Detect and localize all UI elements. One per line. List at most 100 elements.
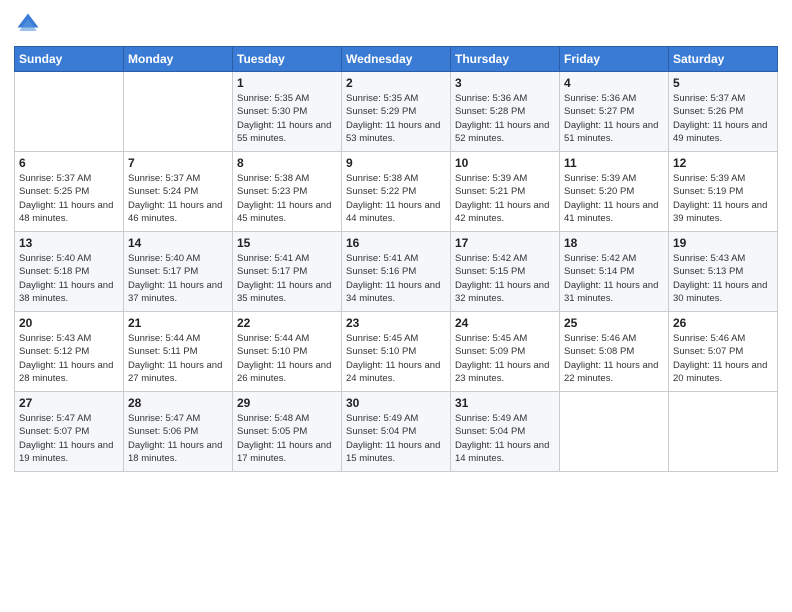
day-info: Sunrise: 5:46 AM Sunset: 5:08 PM Dayligh…: [564, 332, 664, 385]
day-cell: 30Sunrise: 5:49 AM Sunset: 5:04 PM Dayli…: [342, 392, 451, 472]
day-number: 22: [237, 316, 337, 330]
day-number: 25: [564, 316, 664, 330]
day-number: 9: [346, 156, 446, 170]
day-number: 15: [237, 236, 337, 250]
day-cell: 25 Sunrise: 5:46 AM Sunset: 5:08 PM Dayli…: [560, 312, 669, 392]
header-row: SundayMondayTuesdayWednesdayThursdayFrid…: [15, 47, 778, 72]
day-info: Sunrise: 5:38 AM Sunset: 5:23 PM Dayligh…: [237, 172, 337, 225]
day-info: Sunrise: 5:39 AM Sunset: 5:20 PM Dayligh…: [564, 172, 664, 225]
day-cell: 3 Sunrise: 5:36 AM Sunset: 5:28 PM Daylig…: [451, 72, 560, 152]
logo: [14, 10, 46, 38]
day-info: Sunrise: 5:45 AM Sunset: 5:10 PM Dayligh…: [346, 332, 446, 385]
day-number: 26: [673, 316, 773, 330]
day-cell: [15, 72, 124, 152]
day-number: 24: [455, 316, 555, 330]
day-info: Sunrise: 5:35 AM Sunset: 5:30 PM Dayligh…: [237, 92, 337, 145]
header: [14, 10, 778, 38]
week-row-4: 27 Sunrise: 5:47 AM Sunset: 5:07 PM Dayli…: [15, 392, 778, 472]
day-number: 11: [564, 156, 664, 170]
day-number: 4: [564, 76, 664, 90]
day-number: 13: [19, 236, 119, 250]
day-info: Sunrise: 5:47 AM Sunset: 5:06 PM Dayligh…: [128, 412, 228, 465]
day-number: 8: [237, 156, 337, 170]
col-header-thursday: Thursday: [451, 47, 560, 72]
day-info: Sunrise: 5:45 AM Sunset: 5:09 PM Dayligh…: [455, 332, 555, 385]
day-info: Sunrise: 5:47 AM Sunset: 5:07 PM Dayligh…: [19, 412, 119, 465]
day-info: Sunrise: 5:49 AM Sunset: 5:04 PM Dayligh…: [346, 412, 446, 465]
day-cell: 16Sunrise: 5:41 AM Sunset: 5:16 PM Dayli…: [342, 232, 451, 312]
day-number: 3: [455, 76, 555, 90]
day-info: Sunrise: 5:43 AM Sunset: 5:13 PM Dayligh…: [673, 252, 773, 305]
day-number: 2: [346, 76, 446, 90]
day-cell: 29 Sunrise: 5:48 AM Sunset: 5:05 PM Dayli…: [233, 392, 342, 472]
day-number: 6: [19, 156, 119, 170]
day-cell: 2 Sunrise: 5:35 AM Sunset: 5:29 PM Daylig…: [342, 72, 451, 152]
day-number: 21: [128, 316, 228, 330]
day-cell: 21 Sunrise: 5:44 AM Sunset: 5:11 PM Dayli…: [124, 312, 233, 392]
day-number: 20: [19, 316, 119, 330]
page: SundayMondayTuesdayWednesdayThursdayFrid…: [0, 0, 792, 612]
day-number: 7: [128, 156, 228, 170]
day-info: Sunrise: 5:36 AM Sunset: 5:27 PM Dayligh…: [564, 92, 664, 145]
day-info: Sunrise: 5:36 AM Sunset: 5:28 PM Dayligh…: [455, 92, 555, 145]
week-row-0: 1 Sunrise: 5:35 AM Sunset: 5:30 PM Daylig…: [15, 72, 778, 152]
col-header-sunday: Sunday: [15, 47, 124, 72]
day-cell: 11 Sunrise: 5:39 AM Sunset: 5:20 PM Dayli…: [560, 152, 669, 232]
day-cell: [669, 392, 778, 472]
day-number: 14: [128, 236, 228, 250]
day-cell: 7Sunrise: 5:37 AM Sunset: 5:24 PM Daylig…: [124, 152, 233, 232]
day-info: Sunrise: 5:38 AM Sunset: 5:22 PM Dayligh…: [346, 172, 446, 225]
week-row-2: 13 Sunrise: 5:40 AM Sunset: 5:18 PM Dayli…: [15, 232, 778, 312]
week-row-3: 20 Sunrise: 5:43 AM Sunset: 5:12 PM Dayli…: [15, 312, 778, 392]
day-cell: 20 Sunrise: 5:43 AM Sunset: 5:12 PM Dayli…: [15, 312, 124, 392]
day-number: 1: [237, 76, 337, 90]
day-info: Sunrise: 5:48 AM Sunset: 5:05 PM Dayligh…: [237, 412, 337, 465]
col-header-tuesday: Tuesday: [233, 47, 342, 72]
day-info: Sunrise: 5:41 AM Sunset: 5:16 PM Dayligh…: [346, 252, 446, 305]
day-cell: 1 Sunrise: 5:35 AM Sunset: 5:30 PM Daylig…: [233, 72, 342, 152]
day-info: Sunrise: 5:46 AM Sunset: 5:07 PM Dayligh…: [673, 332, 773, 385]
day-info: Sunrise: 5:42 AM Sunset: 5:15 PM Dayligh…: [455, 252, 555, 305]
day-number: 19: [673, 236, 773, 250]
day-number: 27: [19, 396, 119, 410]
day-cell: 15Sunrise: 5:41 AM Sunset: 5:17 PM Dayli…: [233, 232, 342, 312]
col-header-monday: Monday: [124, 47, 233, 72]
day-number: 28: [128, 396, 228, 410]
day-cell: 31 Sunrise: 5:49 AM Sunset: 5:04 PM Dayli…: [451, 392, 560, 472]
day-info: Sunrise: 5:37 AM Sunset: 5:25 PM Dayligh…: [19, 172, 119, 225]
day-cell: 27 Sunrise: 5:47 AM Sunset: 5:07 PM Dayli…: [15, 392, 124, 472]
day-number: 12: [673, 156, 773, 170]
day-number: 23: [346, 316, 446, 330]
day-number: 31: [455, 396, 555, 410]
day-info: Sunrise: 5:42 AM Sunset: 5:14 PM Dayligh…: [564, 252, 664, 305]
day-cell: 9 Sunrise: 5:38 AM Sunset: 5:22 PM Daylig…: [342, 152, 451, 232]
day-info: Sunrise: 5:43 AM Sunset: 5:12 PM Dayligh…: [19, 332, 119, 385]
week-row-1: 6 Sunrise: 5:37 AM Sunset: 5:25 PM Daylig…: [15, 152, 778, 232]
day-number: 17: [455, 236, 555, 250]
day-cell: 28 Sunrise: 5:47 AM Sunset: 5:06 PM Dayli…: [124, 392, 233, 472]
day-cell: 6 Sunrise: 5:37 AM Sunset: 5:25 PM Daylig…: [15, 152, 124, 232]
day-cell: 14 Sunrise: 5:40 AM Sunset: 5:17 PM Dayli…: [124, 232, 233, 312]
day-info: Sunrise: 5:35 AM Sunset: 5:29 PM Dayligh…: [346, 92, 446, 145]
day-number: 29: [237, 396, 337, 410]
col-header-friday: Friday: [560, 47, 669, 72]
day-cell: 23 Sunrise: 5:45 AM Sunset: 5:10 PM Dayli…: [342, 312, 451, 392]
day-cell: 8 Sunrise: 5:38 AM Sunset: 5:23 PM Daylig…: [233, 152, 342, 232]
day-info: Sunrise: 5:37 AM Sunset: 5:26 PM Dayligh…: [673, 92, 773, 145]
day-cell: 24 Sunrise: 5:45 AM Sunset: 5:09 PM Dayli…: [451, 312, 560, 392]
day-number: 18: [564, 236, 664, 250]
day-number: 10: [455, 156, 555, 170]
day-cell: 13 Sunrise: 5:40 AM Sunset: 5:18 PM Dayli…: [15, 232, 124, 312]
day-cell: 4 Sunrise: 5:36 AM Sunset: 5:27 PM Daylig…: [560, 72, 669, 152]
day-cell: 5Sunrise: 5:37 AM Sunset: 5:26 PM Daylig…: [669, 72, 778, 152]
day-cell: 12Sunrise: 5:39 AM Sunset: 5:19 PM Dayli…: [669, 152, 778, 232]
day-cell: 10Sunrise: 5:39 AM Sunset: 5:21 PM Dayli…: [451, 152, 560, 232]
col-header-wednesday: Wednesday: [342, 47, 451, 72]
day-info: Sunrise: 5:40 AM Sunset: 5:17 PM Dayligh…: [128, 252, 228, 305]
day-info: Sunrise: 5:40 AM Sunset: 5:18 PM Dayligh…: [19, 252, 119, 305]
day-cell: 19 Sunrise: 5:43 AM Sunset: 5:13 PM Dayli…: [669, 232, 778, 312]
day-info: Sunrise: 5:49 AM Sunset: 5:04 PM Dayligh…: [455, 412, 555, 465]
day-cell: [560, 392, 669, 472]
day-info: Sunrise: 5:44 AM Sunset: 5:11 PM Dayligh…: [128, 332, 228, 385]
day-cell: 18 Sunrise: 5:42 AM Sunset: 5:14 PM Dayli…: [560, 232, 669, 312]
